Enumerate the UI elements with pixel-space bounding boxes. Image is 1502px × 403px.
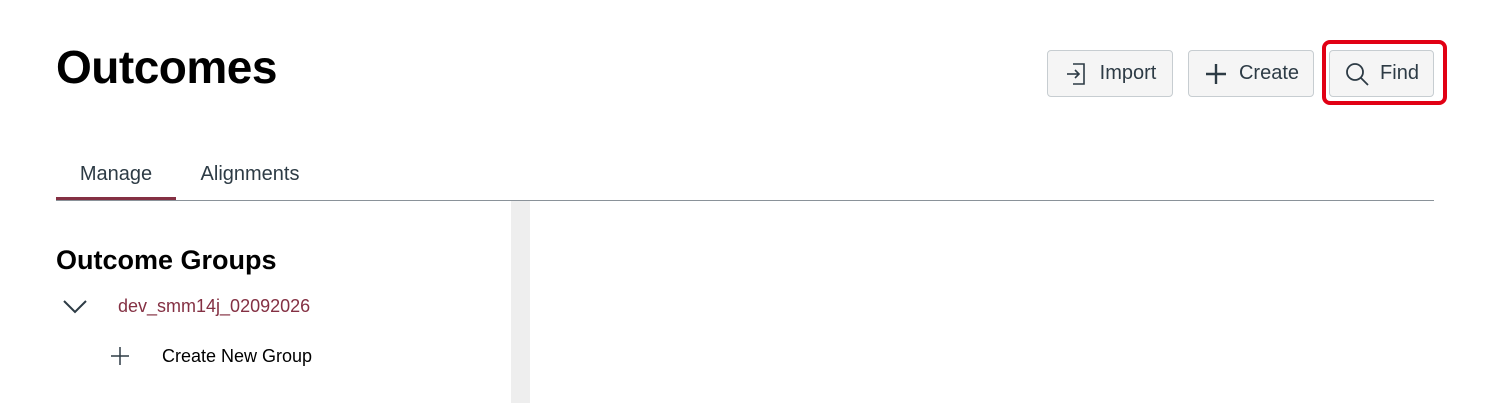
import-icon bbox=[1064, 61, 1090, 87]
find-button-label: Find bbox=[1380, 62, 1419, 84]
outcome-group-item[interactable]: dev_smm14j_02092026 bbox=[62, 290, 310, 322]
tab-manage-label: Manage bbox=[79, 163, 153, 185]
find-button[interactable]: Find bbox=[1329, 50, 1434, 97]
page-title: Outcomes bbox=[56, 41, 277, 93]
tab-alignments[interactable]: Alignments bbox=[182, 148, 318, 201]
plus-icon bbox=[110, 346, 130, 366]
create-button[interactable]: Create bbox=[1188, 50, 1314, 97]
create-new-group-button[interactable]: Create New Group bbox=[110, 340, 312, 372]
create-button-label: Create bbox=[1238, 62, 1300, 84]
plus-icon bbox=[1203, 61, 1229, 87]
outcome-group-link[interactable]: dev_smm14j_02092026 bbox=[118, 296, 310, 317]
tab-bar: Manage Alignments bbox=[56, 148, 1434, 201]
search-icon bbox=[1344, 61, 1370, 87]
tab-manage[interactable]: Manage bbox=[56, 148, 176, 201]
tab-alignments-label: Alignments bbox=[200, 163, 300, 185]
sidebar-scrollbar[interactable] bbox=[511, 201, 530, 403]
import-button[interactable]: Import bbox=[1047, 50, 1173, 97]
create-new-group-label: Create New Group bbox=[162, 345, 313, 366]
tab-divider bbox=[56, 200, 1434, 201]
import-button-label: Import bbox=[1099, 62, 1157, 84]
outcomes-page: Outcomes Import Create Find Manage Align… bbox=[0, 0, 1502, 403]
chevron-down-icon[interactable] bbox=[62, 293, 88, 319]
outcome-groups-heading: Outcome Groups bbox=[56, 245, 277, 275]
